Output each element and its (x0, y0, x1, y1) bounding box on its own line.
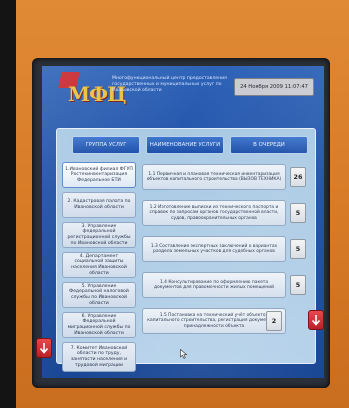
service-item-1-5[interactable]: 1.5 Постановка на технический учёт объек… (142, 308, 286, 334)
service-item-1-2[interactable]: 1.2 Изготовление выписки из технического… (142, 200, 286, 226)
service-item-1-3[interactable]: 1.3 Составление экспертных заключений о … (142, 236, 286, 262)
group-item-bti[interactable]: 1.Ивановский филиал ФГУП Ростехинвентари… (62, 162, 136, 188)
datetime-display: 24 Ноября 2009 11:07:47 (234, 78, 314, 96)
queue-count: 2 (266, 311, 282, 331)
logo: МФЦ (54, 70, 126, 110)
queue-count: 5 (290, 203, 306, 223)
group-item-social[interactable]: 4. Департамент социальной защиты населен… (62, 252, 136, 278)
arrow-down-icon (311, 315, 321, 326)
group-item-cadastre[interactable]: 2. Кадастровая палата по Ивановской обла… (62, 192, 136, 218)
service-scroll-down-button[interactable] (308, 310, 324, 330)
queue-count: 5 (290, 239, 306, 259)
service-item-1-1[interactable]: 1.1 Первичная и плановая техническая инв… (142, 164, 286, 190)
mouse-cursor-icon (180, 344, 188, 359)
page-title: Многофункциональный центр предоставления… (112, 76, 227, 93)
queue-count: 5 (290, 275, 306, 295)
group-item-tax[interactable]: 5. Управление Федеральной налоговой служ… (62, 282, 136, 308)
group-item-labor[interactable]: 7. Комитет Ивановской области по труду, … (62, 342, 136, 372)
tab-queue[interactable]: В ОЧЕРЕДИ (230, 136, 308, 154)
tab-service-name[interactable]: НАИМЕНОВАНИЕ УСЛУГИ (146, 136, 224, 154)
queue-count: 26 (290, 167, 306, 187)
group-item-migration[interactable]: 6. Управление Федеральной миграционной с… (62, 312, 136, 338)
tab-service-group[interactable]: ГРУППА УСЛУГ (72, 136, 140, 154)
service-item-1-4[interactable]: 1.4 Консультирование по оформлению пакет… (142, 272, 286, 298)
group-item-registration[interactable]: 3. Управление федеральной регистрационно… (62, 222, 136, 248)
arrow-down-icon (39, 343, 49, 354)
group-scroll-down-button[interactable] (36, 338, 52, 358)
header: МФЦ Многофункциональный центр предоставл… (42, 66, 324, 110)
